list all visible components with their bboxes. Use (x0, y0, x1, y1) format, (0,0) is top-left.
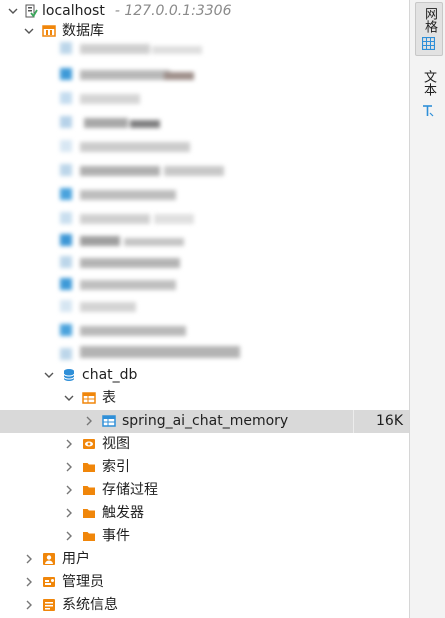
chevron-down-icon[interactable] (64, 392, 74, 404)
database-icon (62, 368, 76, 382)
indexes-label: 索引 (102, 459, 130, 475)
database-row-chat-db[interactable]: chat_db (0, 364, 409, 387)
sysinfo-row[interactable]: 系统信息 (0, 594, 409, 617)
tables-label: 表 (102, 390, 116, 406)
chevron-right-icon[interactable] (24, 576, 34, 588)
procedures-row[interactable]: 存储过程 (0, 479, 409, 502)
folder-icon (82, 506, 96, 520)
databases-label: 数据库 (62, 23, 104, 39)
views-label: 视图 (102, 436, 130, 452)
connection-icon (24, 4, 38, 18)
chevron-right-icon[interactable] (64, 507, 74, 519)
chevron-down-icon[interactable] (44, 369, 54, 381)
table-folder-icon (82, 391, 96, 405)
folder-icon (82, 529, 96, 543)
connection-host: - 127.0.0.1:3306 (114, 3, 232, 19)
chevron-down-icon[interactable] (8, 5, 18, 17)
navigator-tree: localhost - 127.0.0.1:3306 数据库 chat_db 表… (0, 0, 409, 618)
database-folder-icon (42, 24, 56, 38)
sysinfo-label: 系统信息 (62, 597, 118, 613)
tables-row[interactable]: 表 (0, 387, 409, 410)
text-tab-label: 文本 (421, 70, 436, 96)
column-divider (353, 410, 354, 433)
text-icon (421, 104, 434, 121)
table-name: spring_ai_chat_memory (122, 413, 289, 429)
admin-icon (42, 575, 56, 589)
chevron-right-icon[interactable] (84, 415, 94, 427)
table-icon (102, 414, 116, 428)
database-name: chat_db (82, 367, 138, 383)
views-row[interactable]: 视图 (0, 433, 409, 456)
view-icon (82, 437, 96, 451)
grid-icon (421, 36, 436, 54)
chevron-right-icon[interactable] (24, 599, 34, 611)
databases-row[interactable]: 数据库 (0, 20, 409, 43)
info-icon (42, 598, 56, 612)
folder-icon (82, 460, 96, 474)
triggers-row[interactable]: 触发器 (0, 502, 409, 525)
right-tab-strip: 网格 文本 (409, 0, 445, 618)
table-size: 16K (376, 413, 403, 429)
admins-label: 管理员 (62, 574, 104, 590)
connection-name: localhost (42, 3, 105, 19)
grid-tab[interactable]: 网格 (415, 2, 443, 56)
admins-row[interactable]: 管理员 (0, 571, 409, 594)
events-row[interactable]: 事件 (0, 525, 409, 548)
chevron-right-icon[interactable] (64, 484, 74, 496)
procedures-label: 存储过程 (102, 482, 158, 498)
grid-tab-label: 网格 (422, 7, 437, 33)
text-tab[interactable]: 文本 (415, 66, 441, 122)
events-label: 事件 (102, 528, 130, 544)
folder-icon (82, 483, 96, 497)
chevron-right-icon[interactable] (64, 438, 74, 450)
users-label: 用户 (62, 551, 90, 567)
chevron-right-icon[interactable] (64, 461, 74, 473)
redacted-database-list (44, 42, 254, 364)
triggers-label: 触发器 (102, 505, 144, 521)
user-icon (42, 552, 56, 566)
chevron-down-icon[interactable] (24, 25, 34, 37)
chevron-right-icon[interactable] (24, 553, 34, 565)
chevron-right-icon[interactable] (64, 530, 74, 542)
table-row-spring-ai-chat-memory[interactable]: spring_ai_chat_memory 16K (0, 410, 409, 433)
users-row[interactable]: 用户 (0, 548, 409, 571)
indexes-row[interactable]: 索引 (0, 456, 409, 479)
